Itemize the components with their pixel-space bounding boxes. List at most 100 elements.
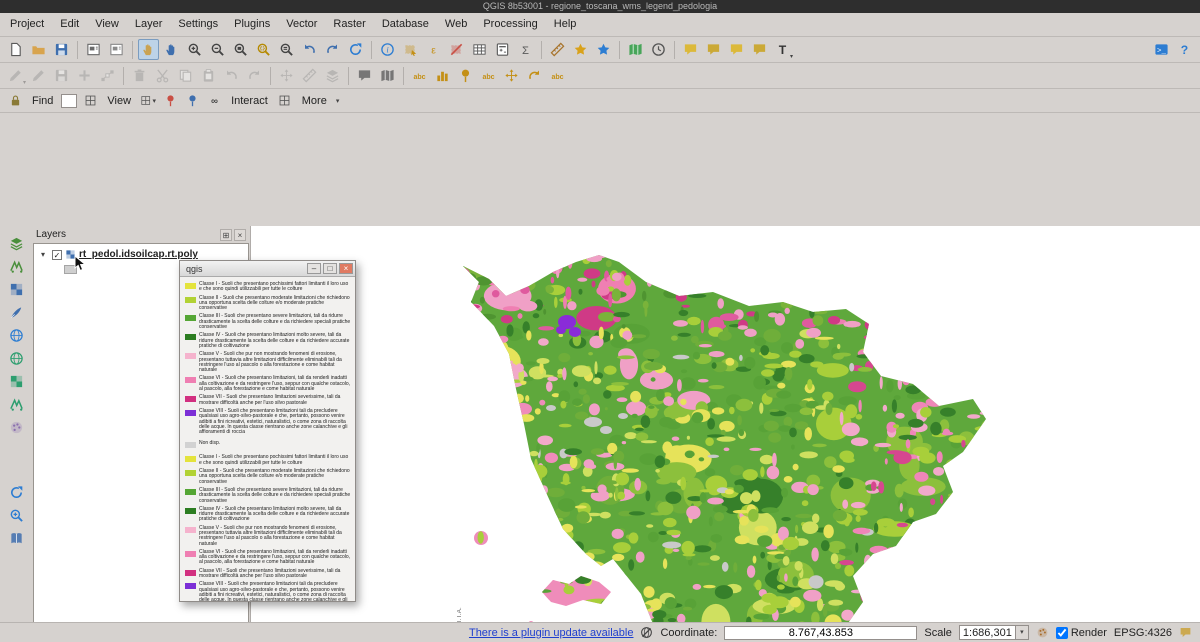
place-marker-button[interactable] bbox=[161, 92, 179, 110]
metasearch-button[interactable] bbox=[6, 505, 27, 526]
merge-features-button[interactable] bbox=[322, 65, 343, 86]
tree-expander-icon[interactable]: ▾ bbox=[41, 250, 49, 259]
find-options-button[interactable] bbox=[81, 92, 99, 110]
layer-name[interactable]: rt_pedol.idsoilcap.rt.poly bbox=[79, 249, 198, 260]
pan-map-button[interactable] bbox=[138, 39, 159, 60]
menu-plugins[interactable]: Plugins bbox=[226, 13, 278, 36]
menu-database[interactable]: Database bbox=[374, 13, 437, 36]
open-attribute-table-button[interactable] bbox=[469, 39, 490, 60]
render-toggle[interactable]: Render bbox=[1056, 627, 1107, 639]
data-source-manager-button[interactable] bbox=[6, 233, 27, 254]
new-print-layout-button[interactable] bbox=[83, 39, 104, 60]
view-options-button[interactable]: ▾ bbox=[139, 92, 157, 110]
select-by-expression-button[interactable] bbox=[423, 39, 444, 60]
zoom-last-button[interactable] bbox=[299, 39, 320, 60]
python-console-button[interactable] bbox=[1151, 39, 1172, 60]
style-panel-button[interactable] bbox=[6, 417, 27, 438]
measure-line-button[interactable] bbox=[547, 39, 568, 60]
zoom-to-selection-button[interactable] bbox=[253, 39, 274, 60]
identify-features-button[interactable] bbox=[377, 39, 398, 60]
add-wcs-layer-button[interactable] bbox=[6, 371, 27, 392]
vertex-tool-button[interactable] bbox=[97, 65, 118, 86]
link-views-button[interactable] bbox=[205, 92, 223, 110]
layout-manager-button[interactable] bbox=[106, 39, 127, 60]
deselect-features-button[interactable] bbox=[446, 39, 467, 60]
add-raster-layer-button[interactable] bbox=[6, 279, 27, 300]
zoom-full-button[interactable] bbox=[230, 39, 251, 60]
temporal-controller-button[interactable] bbox=[648, 39, 669, 60]
cut-features-button[interactable] bbox=[152, 65, 173, 86]
select-features-button[interactable] bbox=[400, 39, 421, 60]
statistical-summary-button[interactable] bbox=[515, 39, 536, 60]
help-resources-button[interactable] bbox=[6, 528, 27, 549]
new-3d-map-button[interactable] bbox=[377, 65, 398, 86]
pin-labels-button[interactable] bbox=[455, 65, 476, 86]
save-project-button[interactable] bbox=[51, 39, 72, 60]
menu-edit[interactable]: Edit bbox=[52, 13, 87, 36]
menu-help[interactable]: Help bbox=[546, 13, 585, 36]
zoom-in-button[interactable] bbox=[184, 39, 205, 60]
lock-button[interactable] bbox=[6, 92, 24, 110]
move-label-button[interactable] bbox=[501, 65, 522, 86]
add-wfs-layer-button[interactable] bbox=[6, 348, 27, 369]
map-canvas[interactable] bbox=[251, 226, 1200, 642]
new-spatial-bookmark-button[interactable] bbox=[570, 39, 591, 60]
new-map-view-button[interactable] bbox=[625, 39, 646, 60]
toggle-editing-button[interactable] bbox=[28, 65, 49, 86]
move-feature-button[interactable] bbox=[276, 65, 297, 86]
dialog-maximize-button[interactable]: □ bbox=[323, 263, 337, 274]
layer-diagram-button[interactable] bbox=[432, 65, 453, 86]
layer-visibility-checkbox[interactable]: ✓ bbox=[52, 250, 62, 260]
new-project-button[interactable] bbox=[5, 39, 26, 60]
redo-button[interactable] bbox=[244, 65, 265, 86]
annotation-text-tool-button[interactable]: ▾ bbox=[772, 39, 793, 60]
show-spatial-bookmarks-button[interactable] bbox=[593, 39, 614, 60]
change-label-button[interactable] bbox=[547, 65, 568, 86]
plugin-update-link[interactable]: There is a plugin update available bbox=[469, 627, 634, 639]
palette-icon[interactable] bbox=[1036, 626, 1049, 639]
crs-indicator[interactable]: EPSG:4326 bbox=[1114, 627, 1172, 639]
render-checkbox[interactable] bbox=[1056, 627, 1068, 639]
messages-icon[interactable] bbox=[1179, 626, 1192, 639]
delete-selected-button[interactable] bbox=[129, 65, 150, 86]
undo-button[interactable] bbox=[221, 65, 242, 86]
pan-to-selection-button[interactable] bbox=[161, 39, 182, 60]
field-calculator-button[interactable] bbox=[492, 39, 513, 60]
html-annotation-button[interactable] bbox=[726, 39, 747, 60]
zoom-out-button[interactable] bbox=[207, 39, 228, 60]
add-wms-layer-button[interactable] bbox=[6, 325, 27, 346]
help-button[interactable] bbox=[1174, 39, 1195, 60]
highlight-pinned-labels-button[interactable] bbox=[478, 65, 499, 86]
zoom-to-layer-button[interactable] bbox=[276, 39, 297, 60]
plugin-refresh-button[interactable] bbox=[6, 482, 27, 503]
place-marker-2-button[interactable] bbox=[183, 92, 201, 110]
find-input[interactable] bbox=[61, 94, 77, 108]
menu-view[interactable]: View bbox=[87, 13, 127, 36]
dialog-minimize-button[interactable]: – bbox=[307, 263, 321, 274]
paste-features-button[interactable] bbox=[198, 65, 219, 86]
rotate-label-button[interactable] bbox=[524, 65, 545, 86]
form-annotation-button[interactable] bbox=[703, 39, 724, 60]
copy-features-button[interactable] bbox=[175, 65, 196, 86]
add-feature-button[interactable] bbox=[74, 65, 95, 86]
panel-close-button[interactable]: × bbox=[234, 229, 246, 241]
menu-settings[interactable]: Settings bbox=[170, 13, 226, 36]
refresh-map-button[interactable] bbox=[345, 39, 366, 60]
current-edits-button[interactable]: ▾ bbox=[5, 65, 26, 86]
scale-combo[interactable]: 1:686,301 ▾ bbox=[959, 625, 1029, 640]
menu-project[interactable]: Project bbox=[2, 13, 52, 36]
save-layer-edits-button[interactable] bbox=[51, 65, 72, 86]
layer-labeling-button[interactable] bbox=[409, 65, 430, 86]
zoom-next-button[interactable] bbox=[322, 39, 343, 60]
menu-web[interactable]: Web bbox=[437, 13, 475, 36]
menu-vector[interactable]: Vector bbox=[278, 13, 325, 36]
legend-dialog-titlebar[interactable]: qgis – □ × bbox=[180, 261, 355, 277]
interact-options-button[interactable] bbox=[276, 92, 294, 110]
menu-processing[interactable]: Processing bbox=[475, 13, 545, 36]
svg-annotation-button[interactable] bbox=[749, 39, 770, 60]
dialog-close-button[interactable]: × bbox=[339, 263, 353, 274]
text-annotation-button[interactable] bbox=[680, 39, 701, 60]
add-vector-layer-button[interactable] bbox=[6, 256, 27, 277]
coordinate-input[interactable] bbox=[724, 626, 917, 640]
split-features-button[interactable] bbox=[299, 65, 320, 86]
